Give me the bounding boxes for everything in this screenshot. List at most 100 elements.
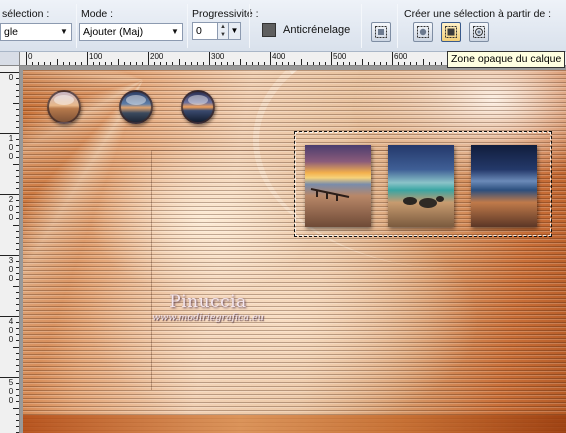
orb-thumbnail <box>47 90 81 124</box>
ruler-minor-tick <box>16 273 19 275</box>
ruler-minor-tick <box>361 59 363 65</box>
ruler-minor-tick <box>16 279 19 281</box>
ruler-minor-tick <box>166 62 168 65</box>
ruler-minor-tick <box>16 157 19 159</box>
toolbar-separator <box>397 4 398 48</box>
ruler-minor-tick <box>16 126 19 128</box>
ruler-minor-tick <box>16 151 19 153</box>
ruler-minor-tick <box>172 62 174 65</box>
ruler-minor-tick <box>312 62 314 65</box>
selection-marquee[interactable] <box>294 131 552 237</box>
ruler-major-tick <box>331 52 332 65</box>
toolbar-separator <box>249 4 250 48</box>
ruler-minor-tick <box>16 328 19 330</box>
ruler-label: 0 <box>28 52 33 61</box>
ruler-label: 100 <box>89 52 103 61</box>
ruler-minor-tick <box>300 59 302 65</box>
ruler-label: 0 <box>8 204 14 213</box>
ruler-minor-tick <box>16 383 19 385</box>
selection-type-value: gle <box>4 26 19 38</box>
selection-type-dropdown[interactable]: gle ▼ <box>0 23 72 41</box>
toolbar-separator <box>187 4 188 48</box>
ruler-minor-tick <box>154 62 156 65</box>
mode-dropdown[interactable]: Ajouter (Maj) ▼ <box>79 23 183 41</box>
ruler-minor-tick <box>190 62 192 65</box>
ruler-minor-tick <box>80 62 82 65</box>
ruler-minor-tick <box>16 248 19 250</box>
tool-options-bar: sélection : gle ▼ Mode : Ajouter (Maj) ▼… <box>0 0 566 52</box>
ruler-minor-tick <box>318 62 320 65</box>
ruler-minor-tick <box>13 102 19 104</box>
ruler-minor-tick <box>32 62 34 65</box>
ruler-minor-tick <box>16 242 19 244</box>
ruler-minor-tick <box>306 62 308 65</box>
ruler-minor-tick <box>16 352 19 354</box>
ruler-minor-tick <box>16 200 19 202</box>
watermark-site: www.modiriegrafica.eu <box>152 312 264 323</box>
ruler-major-tick <box>270 52 271 65</box>
ruler-minor-tick <box>16 261 19 263</box>
ruler-minor-tick <box>385 62 387 65</box>
ruler-minor-tick <box>16 389 19 391</box>
ruler-label: 3 <box>8 256 14 265</box>
ruler-minor-tick <box>215 62 217 65</box>
ruler-label: 400 <box>272 52 286 61</box>
watermark-name: Pinuccia <box>169 292 247 312</box>
ruler-minor-tick <box>282 62 284 65</box>
ruler-minor-tick <box>16 169 19 171</box>
tooltip: Zone opaque du calque <box>447 51 565 68</box>
mode-label: Mode : <box>81 8 114 20</box>
opaque-area-button[interactable] <box>441 22 461 42</box>
ruler-minor-tick <box>288 62 290 65</box>
ruler-minor-tick <box>16 340 19 342</box>
canvas-area[interactable]: Pinuccia www.modiriegrafica.eu <box>20 66 566 433</box>
toolbar-separator <box>76 4 77 48</box>
orb-thumbnail <box>119 90 153 124</box>
progressive-input[interactable]: 0 <box>192 22 218 40</box>
antialias-checkbox[interactable] <box>262 23 276 37</box>
ruler-label: 0 <box>8 387 14 396</box>
ruler-label: 1 <box>8 134 14 143</box>
ruler-minor-tick <box>68 62 70 65</box>
ruler-minor-tick <box>294 62 296 65</box>
scanline-effect <box>23 70 566 433</box>
spin-up-icon[interactable]: ▲ <box>218 23 228 31</box>
ruler-minor-tick <box>13 346 19 348</box>
ruler-minor-tick <box>13 407 19 409</box>
ruler-minor-tick <box>263 62 265 65</box>
ruler-minor-tick <box>367 62 369 65</box>
ruler-label: 2 <box>8 195 14 204</box>
image-canvas[interactable]: Pinuccia www.modiriegrafica.eu <box>23 70 566 433</box>
antialias-label: Anticrénelage <box>283 24 351 36</box>
ruler-vertical[interactable]: 0100200300400500 <box>0 66 20 433</box>
ruler-minor-tick <box>221 62 223 65</box>
selection-from-mask-button[interactable] <box>469 22 489 42</box>
ruler-minor-tick <box>16 212 19 214</box>
ruler-minor-tick <box>184 62 186 65</box>
ruler-minor-tick <box>196 62 198 65</box>
ruler-minor-tick <box>202 62 204 65</box>
ruler-minor-tick <box>276 62 278 65</box>
tooltip-text: Zone opaque du calque <box>451 53 562 65</box>
selection-from-layer-button[interactable] <box>413 22 433 42</box>
ruler-minor-tick <box>38 62 40 65</box>
ruler-minor-tick <box>13 224 19 226</box>
ruler-label: 0 <box>8 213 14 222</box>
bottom-band <box>23 415 566 433</box>
orb-thumbnail <box>181 90 215 124</box>
ruler-minor-tick <box>373 62 375 65</box>
ruler-minor-tick <box>111 62 113 65</box>
progressive-dropdown-button[interactable]: ▼ <box>228 22 241 40</box>
ruler-minor-tick <box>16 139 19 141</box>
selection-from-layer-button[interactable] <box>371 22 391 42</box>
ruler-minor-tick <box>16 322 19 324</box>
ruler-minor-tick <box>16 334 19 336</box>
ruler-minor-tick <box>16 291 19 293</box>
ruler-minor-tick <box>160 62 162 65</box>
progressive-value: 0 <box>196 25 202 37</box>
ruler-minor-tick <box>16 364 19 366</box>
ruler-minor-tick <box>233 62 235 65</box>
ruler-label: 500 <box>333 52 347 61</box>
mode-value: Ajouter (Maj) <box>83 26 144 38</box>
spin-down-icon[interactable]: ▼ <box>218 31 228 39</box>
